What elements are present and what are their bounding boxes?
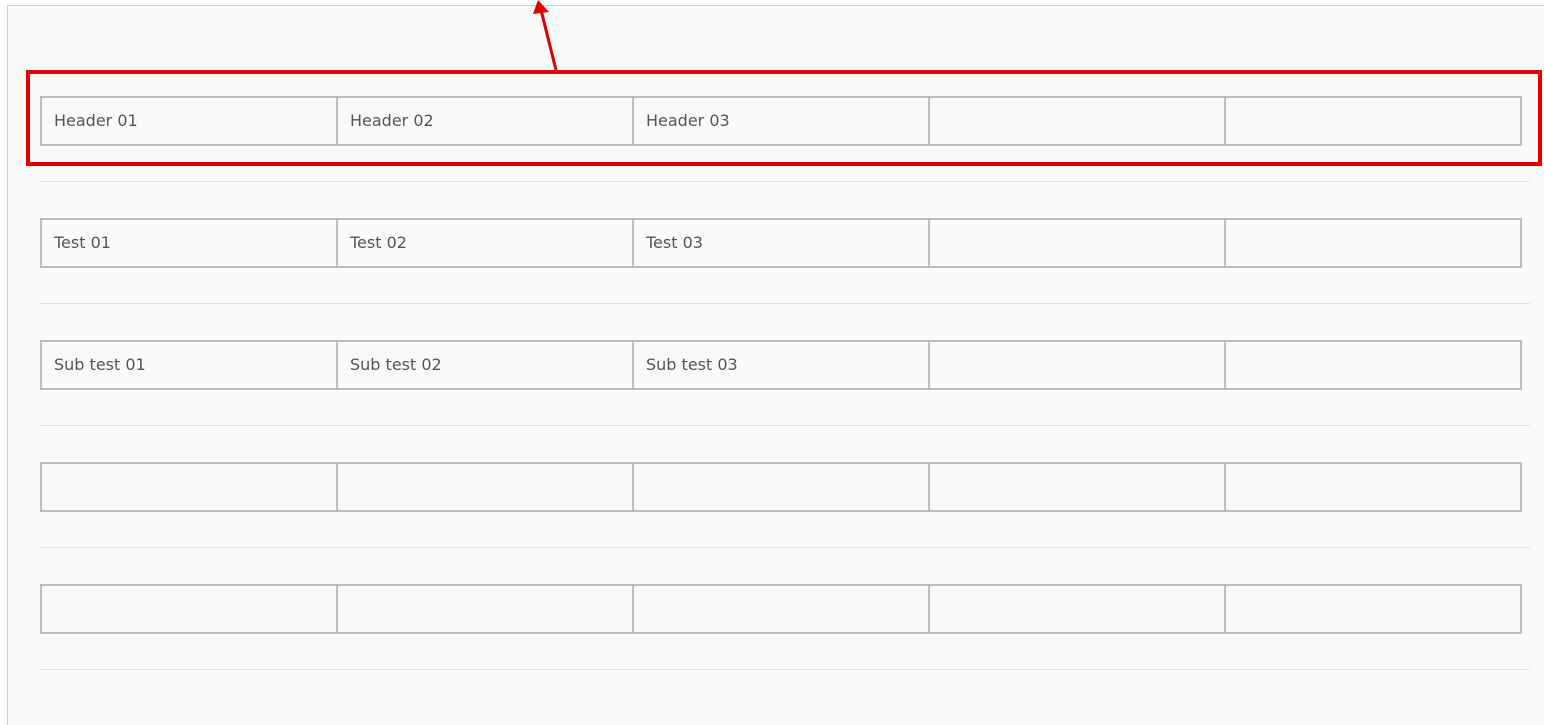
table-cell-r0-c0[interactable]: Header 01	[40, 96, 338, 146]
table-cell-r2-c2[interactable]: Sub test 03	[632, 340, 930, 390]
row-separator	[40, 425, 1530, 426]
row-separator	[40, 181, 1530, 182]
table-cell-r0-c4[interactable]	[1224, 96, 1522, 146]
table-row	[40, 462, 1530, 512]
table-cell-r4-c2[interactable]	[632, 584, 930, 634]
header-row: Header 01 Header 02 Header 03	[40, 96, 1530, 146]
table-cell-r2-c0[interactable]: Sub test 01	[40, 340, 338, 390]
table-cell-r2-c3[interactable]	[928, 340, 1226, 390]
table-cell-r0-c3[interactable]	[928, 96, 1226, 146]
row-separator	[40, 303, 1530, 304]
table-cell-r0-c2[interactable]: Header 03	[632, 96, 930, 146]
table-cell-r2-c1[interactable]: Sub test 02	[336, 340, 634, 390]
table-cell-r3-c0[interactable]	[40, 462, 338, 512]
table-cell-r1-c4[interactable]	[1224, 218, 1522, 268]
table-cell-r1-c2[interactable]: Test 03	[632, 218, 930, 268]
table-cell-r4-c1[interactable]	[336, 584, 634, 634]
table-cell-r2-c4[interactable]	[1224, 340, 1522, 390]
table-cell-r3-c3[interactable]	[928, 462, 1226, 512]
row-separator	[40, 547, 1530, 548]
table-cell-r3-c4[interactable]	[1224, 462, 1522, 512]
table-cell-r4-c3[interactable]	[928, 584, 1226, 634]
table-row: Sub test 01 Sub test 02 Sub test 03	[40, 340, 1530, 390]
table-cell-r3-c2[interactable]	[632, 462, 930, 512]
table-cell-r4-c0[interactable]	[40, 584, 338, 634]
table-cell-r0-c1[interactable]: Header 02	[336, 96, 634, 146]
row-separator	[40, 669, 1530, 670]
table-cell-r1-c0[interactable]: Test 01	[40, 218, 338, 268]
table-cell-r1-c3[interactable]	[928, 218, 1226, 268]
table-cell-r4-c4[interactable]	[1224, 584, 1522, 634]
table-cell-r3-c1[interactable]	[336, 462, 634, 512]
table-cell-r1-c1[interactable]: Test 02	[336, 218, 634, 268]
table-row: Test 01 Test 02 Test 03	[40, 218, 1530, 268]
table-row	[40, 584, 1530, 634]
